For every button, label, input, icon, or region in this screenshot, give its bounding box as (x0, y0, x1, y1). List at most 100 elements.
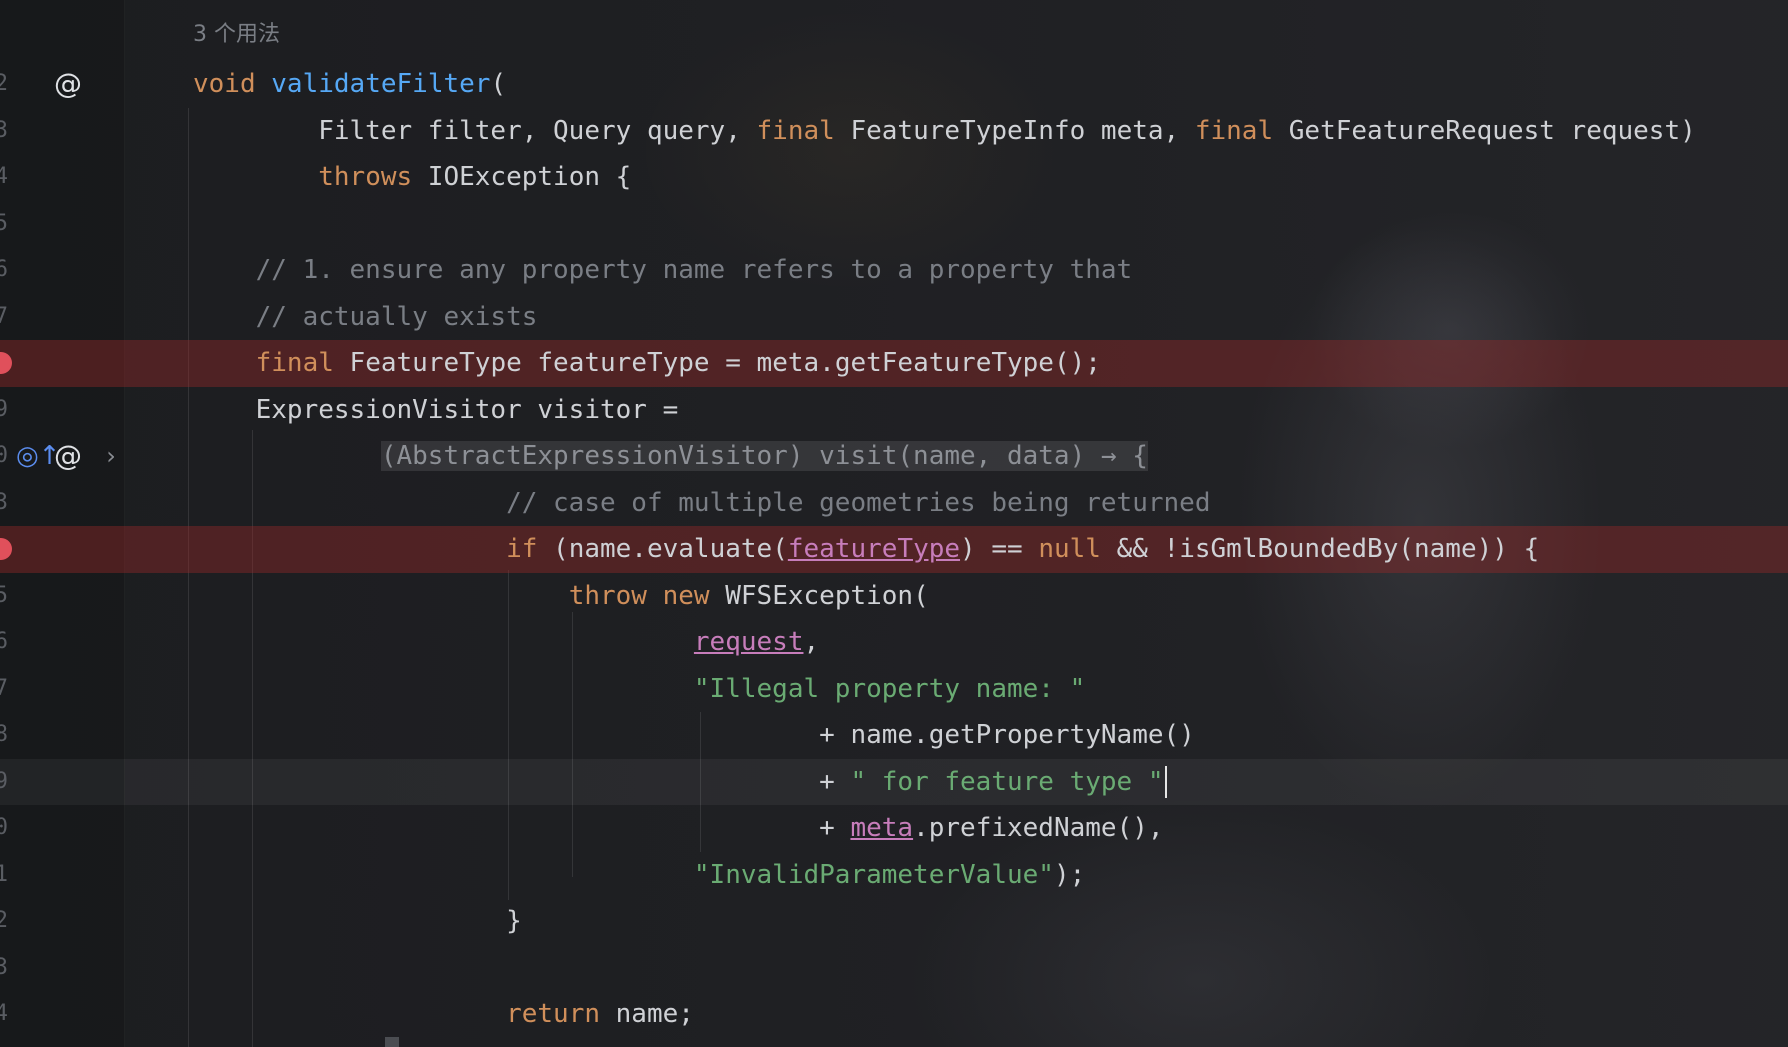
comment-text[interactable]: // 1. ensure any property name refers to… (193, 247, 1133, 294)
code-text[interactable]: throw new WFSException( (193, 573, 929, 620)
code-line[interactable]: 8 + name.getPropertyName() (0, 712, 1788, 759)
line-number[interactable]: 0 (0, 433, 8, 480)
line-number[interactable]: 9 (0, 759, 8, 806)
string-literal: " for feature type " (850, 766, 1164, 797)
code-token: name; (600, 999, 694, 1029)
line-number[interactable]: 3 (0, 108, 8, 155)
code-text[interactable]: return name; (193, 991, 694, 1038)
code-text[interactable]: + name.getPropertyName() (193, 712, 1195, 759)
comment-text[interactable]: // case of multiple geometries being ret… (193, 480, 1210, 527)
code-line[interactable]: 3 Filter filter, Query query, final Feat… (0, 108, 1788, 155)
keyword: throws (318, 162, 413, 192)
code-text[interactable]: "Illegal property name: " (193, 666, 1085, 713)
code-text[interactable]: + " for feature type " (193, 759, 1167, 806)
line-number[interactable]: 9 (0, 387, 8, 434)
code-text[interactable]: void validateFilter( (193, 61, 506, 108)
code-text[interactable]: if (name.evaluate(featureType) == null &… (193, 526, 1539, 573)
code-text[interactable]: Filter filter, Query query, final Featur… (193, 108, 1696, 155)
code-token: ); (1053, 859, 1086, 890)
comment-text[interactable]: // actually exists (193, 294, 538, 341)
code-token: WFSException( (709, 580, 929, 611)
code-line[interactable]: 0 ◎↑ @ › (AbstractExpressionVisitor) vis… (0, 433, 1788, 480)
line-number[interactable]: 6 (0, 619, 8, 666)
code-line[interactable]: 4 return name; (0, 991, 1788, 1038)
code-line[interactable]: 3 // case of multiple geometries being r… (0, 480, 1788, 527)
code-text[interactable]: } (193, 898, 522, 945)
code-token: GetFeatureRequest request) (1273, 115, 1696, 146)
code-token: ( (490, 69, 507, 99)
code-line[interactable]: 7 // actually exists (0, 294, 1788, 341)
code-text[interactable]: request, (193, 619, 819, 666)
code-token: (name.evaluate( (537, 534, 788, 564)
code-text[interactable]: ExpressionVisitor visitor = (193, 387, 679, 434)
chevron-right-icon[interactable]: › (94, 439, 128, 473)
line-number[interactable]: 7 (0, 294, 8, 341)
usages-hint[interactable]: 3 个用法 (193, 16, 280, 48)
code-line[interactable]: 0 + meta.prefixedName(), (0, 805, 1788, 852)
text-caret (1164, 766, 1167, 798)
horizontal-scrollbar-thumb[interactable] (385, 1037, 399, 1047)
keyword: final (1194, 115, 1274, 146)
line-number[interactable]: 2 (0, 61, 8, 108)
code-line[interactable]: 2 } (0, 898, 1788, 945)
line-number[interactable]: 5 (0, 201, 8, 248)
code-token: ) == (960, 534, 1039, 564)
code-text[interactable]: final FeatureType featureType = meta.get… (193, 340, 1101, 387)
breakpoint-icon[interactable] (0, 538, 12, 560)
line-number[interactable]: 2 (0, 898, 8, 945)
line-number[interactable]: 5 (0, 573, 8, 620)
line-number[interactable]: 4 (0, 991, 8, 1038)
code-token: FeatureTypeInfo meta, (834, 115, 1195, 146)
code-line[interactable]: 5 (0, 201, 1788, 248)
keyword: final (756, 115, 835, 146)
override-icon[interactable]: ◎↑ (16, 439, 60, 473)
keyword: void (193, 69, 256, 99)
code-text[interactable]: (AbstractExpressionVisitor) visit(name, … (193, 433, 1148, 480)
annotation-icon[interactable]: @ (51, 439, 85, 473)
code-line[interactable]: 6 // 1. ensure any property name refers … (0, 247, 1788, 294)
keyword: return (506, 999, 600, 1029)
string-literal: "Illegal property name: " (693, 673, 1086, 704)
code-line[interactable]: 6 request, (0, 619, 1788, 666)
keyword: new (662, 580, 710, 611)
code-line[interactable]: 1 "InvalidParameterValue"); (0, 852, 1788, 899)
keyword: if (506, 534, 538, 564)
line-number[interactable]: 8 (0, 712, 8, 759)
line-number[interactable]: 7 (0, 666, 8, 713)
keyword: throw (568, 580, 647, 611)
breakpoint-icon[interactable] (0, 352, 12, 374)
code-token: FeatureType featureType = meta.getFeatur… (333, 348, 1101, 378)
folded-lambda[interactable]: (AbstractExpressionVisitor) visit(name, … (380, 441, 1148, 471)
code-line[interactable]: 4 throws IOException { (0, 154, 1788, 201)
code-text[interactable]: throws IOException { (193, 154, 631, 201)
line-number[interactable]: 3 (0, 945, 8, 992)
code-line-breakpoint[interactable]: final FeatureType featureType = meta.get… (0, 340, 1788, 387)
code-line-breakpoint[interactable]: if (name.evaluate(featureType) == null &… (0, 526, 1788, 573)
code-line[interactable]: 7 "Illegal property name: " (0, 666, 1788, 713)
field-reference: meta (850, 813, 914, 843)
field-reference: featureType (787, 534, 961, 564)
code-line[interactable]: 2 @ void validateFilter( (0, 61, 1788, 108)
code-line-current[interactable]: 9 + " for feature type " (0, 758, 1788, 806)
line-number[interactable]: 3 (0, 480, 8, 527)
code-text[interactable]: "InvalidParameterValue"); (193, 852, 1085, 899)
line-number[interactable]: 0 (0, 805, 8, 852)
line-number[interactable]: 4 (0, 154, 8, 201)
code-text[interactable]: + meta.prefixedName(), (193, 805, 1163, 852)
keyword: final (255, 348, 334, 378)
code-line[interactable]: 3 (0, 945, 1788, 992)
annotation-icon[interactable]: @ (51, 67, 85, 101)
line-number[interactable]: 1 (0, 852, 8, 899)
code-line[interactable]: 5 throw new WFSException( (0, 573, 1788, 620)
code-token: IOException { (412, 162, 632, 192)
code-line[interactable]: 9 ExpressionVisitor visitor = (0, 387, 1788, 434)
line-number[interactable]: 6 (0, 247, 8, 294)
field-reference: request (693, 627, 804, 657)
